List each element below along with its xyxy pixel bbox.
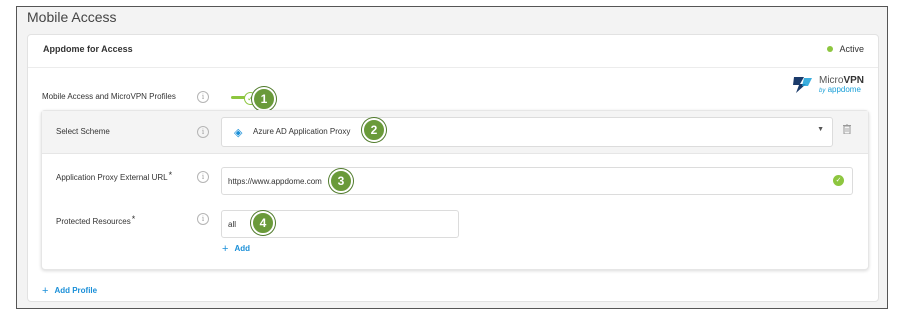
logo-sub-prefix: by (818, 88, 826, 94)
plus-icon: + (42, 285, 49, 297)
info-icon[interactable]: i (197, 171, 209, 183)
callout-badge-3: 3 (329, 169, 353, 193)
info-icon[interactable]: i (197, 126, 209, 138)
chevron-down-icon: ▼ (817, 126, 824, 133)
microvpn-logo: MicroVPN by appdome (790, 75, 864, 95)
add-profile-link[interactable]: + Add Profile (42, 285, 97, 297)
mobile-access-panel: Mobile Access Appdome for Access Active … (16, 6, 888, 309)
add-profile-label: Add Profile (54, 286, 98, 295)
appdome-for-access-card: Appdome for Access Active Mobile Access … (27, 34, 879, 302)
status-dot-icon (827, 46, 834, 52)
external-url-value: https://www.appdome.com (228, 177, 322, 186)
add-resource-label: Add (234, 244, 250, 253)
logo-text: MicroVPN by appdome (818, 76, 864, 95)
external-url-label: Application Proxy External URL* (56, 170, 172, 182)
required-marker: * (168, 170, 173, 180)
protected-resources-label: Protected Resources* (56, 214, 135, 226)
info-icon[interactable]: i (197, 213, 209, 225)
external-url-label-text: Application Proxy External URL (56, 173, 168, 182)
info-icon[interactable]: i (197, 91, 209, 103)
scheme-select[interactable]: ◈ Azure AD Application Proxy 2 ▼ (221, 117, 833, 147)
logo-sub-text: appdome (827, 85, 861, 94)
microvpn-logo-icon (792, 77, 812, 93)
protected-resources-value: all (228, 220, 237, 229)
protected-resources-input[interactable]: all 4 (221, 210, 459, 238)
callout-badge-2: 2 (362, 118, 386, 142)
trash-icon[interactable] (843, 124, 851, 134)
profile-card: Select Scheme i ◈ Azure AD Application P… (41, 110, 869, 270)
scheme-label: Select Scheme (56, 127, 110, 136)
card-header: Appdome for Access Active (28, 35, 878, 68)
plus-icon: + (222, 243, 229, 255)
valid-check-icon: ✓ (833, 175, 844, 186)
protected-resources-label-text: Protected Resources (56, 217, 131, 226)
azure-diamond-icon: ◈ (234, 127, 243, 139)
section-title: Mobile Access (27, 9, 117, 25)
scheme-row: Select Scheme i ◈ Azure AD Application P… (42, 111, 868, 154)
card-title: Appdome for Access (43, 44, 133, 54)
callout-badge-1: 1 (252, 87, 276, 111)
profiles-label: Mobile Access and MicroVPN Profiles (42, 92, 176, 101)
status-text: Active (839, 44, 864, 54)
add-resource-link[interactable]: + Add (222, 243, 250, 255)
required-marker: * (131, 214, 136, 224)
scheme-selected-value: Azure AD Application Proxy (253, 127, 351, 136)
external-url-input[interactable]: https://www.appdome.com 3 ✓ (221, 167, 853, 195)
callout-badge-4: 4 (251, 211, 275, 235)
status-indicator: Active (827, 44, 864, 54)
